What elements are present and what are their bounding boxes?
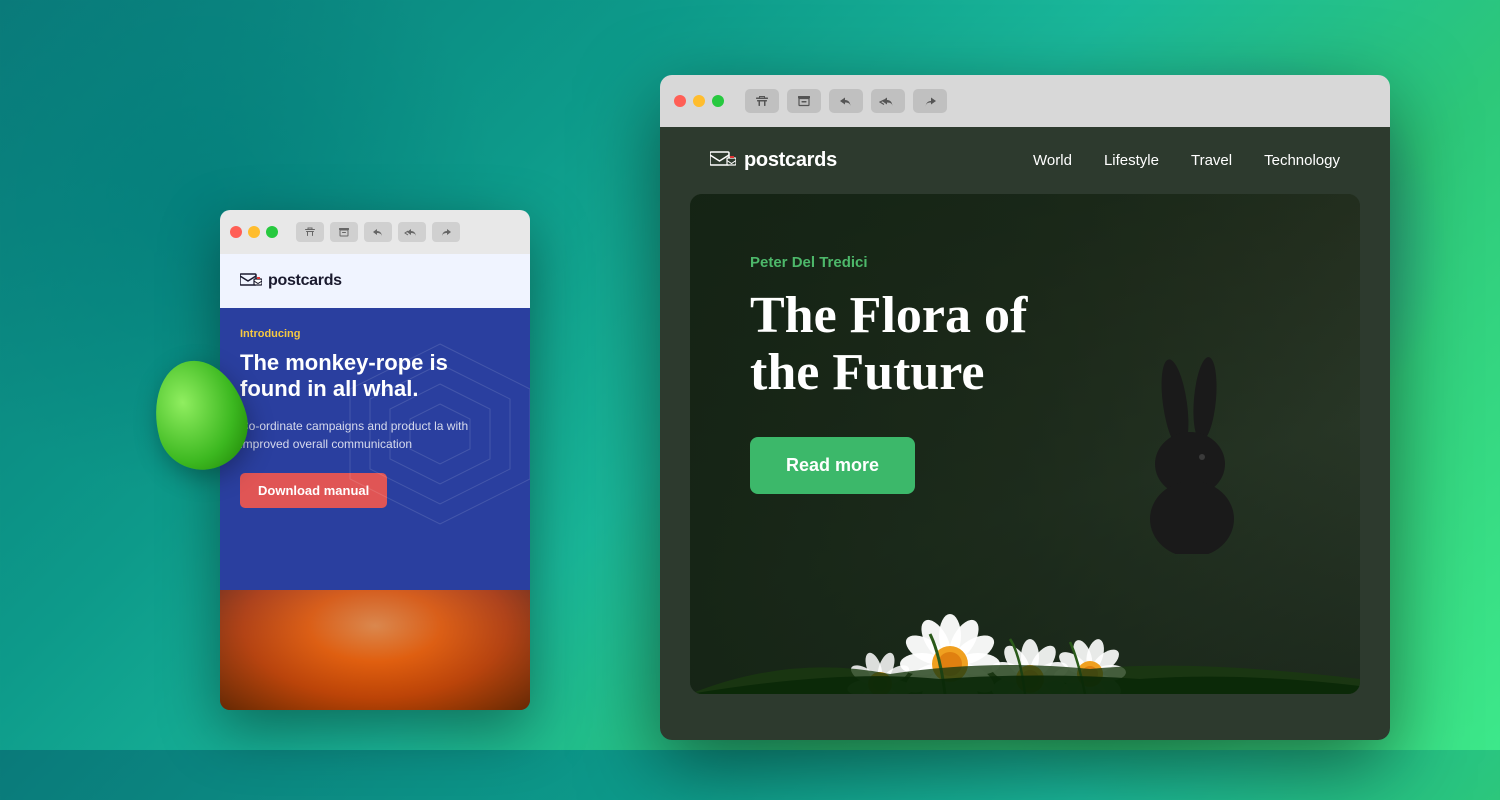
delete-button-back[interactable]	[296, 222, 324, 242]
delete-button-front[interactable]	[745, 89, 779, 113]
titlebar-buttons-back	[296, 222, 460, 242]
front-hero: Peter Del Tredici The Flora of the Futur…	[690, 194, 1360, 694]
reply-all-button-front[interactable]	[871, 89, 905, 113]
back-content: Introducing The monkey-rope is found in …	[220, 308, 530, 528]
flowers-decoration	[690, 494, 1360, 694]
back-logo-bar: postcards	[220, 254, 530, 308]
reply-button-front[interactable]	[829, 89, 863, 113]
window-back: postcards Introducing The monkey-rope is…	[220, 210, 530, 710]
front-nav: postcards World Lifestyle Travel Technol…	[660, 127, 1390, 194]
front-logo: postcards	[710, 149, 837, 172]
window-body-back: postcards Introducing The monkey-rope is…	[220, 254, 530, 710]
forward-button-back[interactable]	[432, 222, 460, 242]
front-logo-icon	[710, 151, 736, 171]
traffic-light-yellow[interactable]	[248, 226, 260, 238]
titlebar-back	[220, 210, 530, 254]
nav-link-lifestyle[interactable]: Lifestyle	[1104, 152, 1159, 169]
archive-button-back[interactable]	[330, 222, 358, 242]
front-traffic-light-green[interactable]	[712, 95, 724, 107]
window-front: postcards World Lifestyle Travel Technol…	[660, 75, 1390, 740]
back-logo-text: postcards	[268, 272, 342, 290]
hero-title-line2: the Future	[750, 344, 984, 401]
reply-all-button-back[interactable]	[398, 222, 426, 242]
read-more-button[interactable]: Read more	[750, 437, 915, 494]
reply-button-back[interactable]	[364, 222, 392, 242]
forward-button-front[interactable]	[913, 89, 947, 113]
back-decoration	[340, 334, 530, 534]
hero-title: The Flora of the Future	[750, 287, 1027, 401]
archive-button-front[interactable]	[787, 89, 821, 113]
back-image-strip	[220, 590, 530, 710]
window-body-front: postcards World Lifestyle Travel Technol…	[660, 127, 1390, 740]
front-logo-text: postcards	[744, 149, 837, 172]
hero-title-line1: The Flora of	[750, 287, 1027, 344]
traffic-light-green[interactable]	[266, 226, 278, 238]
nav-link-travel[interactable]: Travel	[1191, 152, 1232, 169]
front-traffic-light-yellow[interactable]	[693, 95, 705, 107]
front-nav-links: World Lifestyle Travel Technology	[1033, 152, 1340, 169]
traffic-light-red[interactable]	[230, 226, 242, 238]
front-traffic-light-red[interactable]	[674, 95, 686, 107]
nav-link-world[interactable]: World	[1033, 152, 1072, 169]
nav-link-technology[interactable]: Technology	[1264, 152, 1340, 169]
titlebar-front	[660, 75, 1390, 127]
hero-content: Peter Del Tredici The Flora of the Futur…	[750, 254, 1027, 494]
back-logo-icon	[240, 273, 262, 289]
hero-author: Peter Del Tredici	[750, 254, 1027, 271]
titlebar-buttons-front	[745, 89, 947, 113]
back-lantern-image	[220, 590, 530, 710]
